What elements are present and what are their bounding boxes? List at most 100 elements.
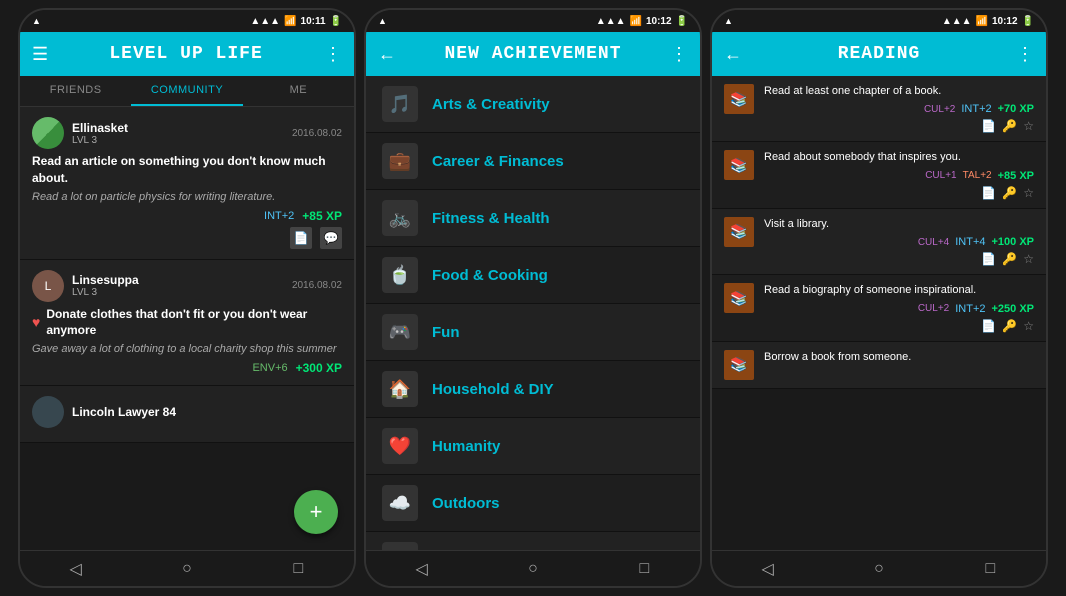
- reading-xp-4: +250 XP: [991, 303, 1034, 315]
- star-action-2[interactable]: ☆: [1023, 186, 1034, 200]
- category-career[interactable]: 💼 Career & Finances: [366, 133, 700, 190]
- nav-back-1[interactable]: ◁: [56, 557, 96, 581]
- more-icon-2[interactable]: ⋮: [670, 44, 688, 65]
- star-action-3[interactable]: ☆: [1023, 252, 1034, 266]
- feed-user-row-3: Lincoln Lawyer 84: [32, 396, 342, 428]
- stat-int-r4: INT+2: [955, 303, 985, 315]
- reading-stats-4: CUL+2 INT+2 +250 XP: [764, 303, 1034, 315]
- reading-item-5[interactable]: 📚 Borrow a book from someone.: [712, 342, 1046, 389]
- nav-recent-1[interactable]: □: [278, 557, 318, 581]
- nav-home-3[interactable]: ○: [859, 557, 899, 581]
- status-time-2: 10:12: [646, 16, 672, 27]
- reading-info-1: Read at least one chapter of a book. CUL…: [764, 84, 1034, 133]
- comment-action-1[interactable]: 💬: [320, 227, 342, 249]
- phone-1: ▲ ▲▲▲ 📶 10:11 🔋 ☰ LEVEL UP LIFE ⋮ FRIEND…: [18, 8, 356, 588]
- reading-icon-1: 📚: [724, 84, 754, 114]
- nav-home-1[interactable]: ○: [167, 557, 207, 581]
- category-arts[interactable]: 🎵 Arts & Creativity: [366, 76, 700, 133]
- header-2: ← NEW ACHIEVEMENT ⋮: [366, 32, 700, 76]
- nav-recent-2[interactable]: □: [624, 557, 664, 581]
- username-1: Ellinasket: [72, 121, 292, 135]
- category-humanity[interactable]: ❤️ Humanity: [366, 418, 700, 475]
- reading-actions-2: 📄 🔑 ☆: [764, 186, 1034, 200]
- key-action-3[interactable]: 🔑: [1002, 252, 1017, 266]
- category-fitness[interactable]: 🚲 Fitness & Health: [366, 190, 700, 247]
- user-level-2: LVL 3: [72, 287, 292, 298]
- key-action-1[interactable]: 🔑: [1002, 119, 1017, 133]
- more-icon-3[interactable]: ⋮: [1016, 44, 1034, 65]
- cat-label-arts: Arts & Creativity: [432, 96, 550, 113]
- avatar-1: [32, 117, 64, 149]
- feed-item-2: L Linsesuppa LVL 3 2016.08.02 ♥ Donate c…: [20, 260, 354, 387]
- key-action-4[interactable]: 🔑: [1002, 319, 1017, 333]
- feed-actions-1: 📄 💬: [32, 227, 342, 249]
- nav-back-3[interactable]: ◁: [748, 557, 788, 581]
- cat-label-fun: Fun: [432, 324, 460, 341]
- cat-icon-fitness: 🚲: [382, 200, 418, 236]
- more-icon-1[interactable]: ⋮: [324, 44, 342, 65]
- feed-note-2: Gave away a lot of clothing to a local c…: [32, 343, 342, 355]
- stat-int-r1: INT+2: [961, 103, 991, 115]
- reading-xp-3: +100 XP: [991, 236, 1034, 248]
- scroll-action-4[interactable]: 📄: [981, 319, 996, 333]
- stat-cul-2: CUL+1: [925, 170, 956, 181]
- wifi-icon-3: 📶: [976, 16, 988, 27]
- stat-int-r3: INT+4: [955, 236, 985, 248]
- nav-recent-3[interactable]: □: [970, 557, 1010, 581]
- reading-actions-3: 📄 🔑 ☆: [764, 252, 1034, 266]
- cat-icon-arts: 🎵: [382, 86, 418, 122]
- tab-me[interactable]: ME: [243, 76, 354, 106]
- status-time-1: 10:11: [301, 16, 326, 27]
- bottom-nav-1: ◁ ○ □: [20, 550, 354, 586]
- reading-item-4[interactable]: 📚 Read a biography of someone inspiratio…: [712, 275, 1046, 341]
- tab-friends[interactable]: FRIENDS: [20, 76, 131, 106]
- category-outdoors[interactable]: ☁️ Outdoors: [366, 475, 700, 532]
- user-level-1: LVL 3: [72, 135, 292, 146]
- status-right-3: ▲▲▲ 📶 10:12 🔋: [942, 16, 1034, 27]
- feed-title-2: Donate clothes that don't fit or you don…: [46, 306, 342, 340]
- reading-item-2[interactable]: 📚 Read about somebody that inspires you.…: [712, 142, 1046, 208]
- star-action-4[interactable]: ☆: [1023, 319, 1034, 333]
- star-action-1[interactable]: ☆: [1023, 119, 1034, 133]
- category-household[interactable]: 🏠 Household & DIY: [366, 361, 700, 418]
- back-icon-2[interactable]: ←: [378, 44, 396, 65]
- user-info-3: Lincoln Lawyer 84: [72, 405, 342, 419]
- sim-icon-2: ▲: [378, 16, 387, 26]
- scroll-action-2[interactable]: 📄: [981, 186, 996, 200]
- reading-stats-3: CUL+4 INT+4 +100 XP: [764, 236, 1034, 248]
- stat-xp-2: +300 XP: [296, 361, 342, 375]
- nav-back-2[interactable]: ◁: [402, 557, 442, 581]
- cat-icon-fun: 🎮: [382, 314, 418, 350]
- scroll-action-1[interactable]: 📄: [981, 119, 996, 133]
- fab-button-1[interactable]: +: [294, 490, 338, 534]
- category-food[interactable]: 🍵 Food & Cooking: [366, 247, 700, 304]
- heart-row: ♥ Donate clothes that don't fit or you d…: [32, 306, 342, 340]
- signal-icon-2: ▲▲▲: [596, 16, 626, 27]
- nav-home-2[interactable]: ○: [513, 557, 553, 581]
- menu-icon-1[interactable]: ☰: [32, 44, 48, 65]
- reading-xp-2: +85 XP: [998, 170, 1034, 182]
- stat-cul-4: CUL+2: [918, 303, 949, 314]
- cat-label-household: Household & DIY: [432, 381, 554, 398]
- feed-item-3: Lincoln Lawyer 84: [20, 386, 354, 443]
- signal-icon-3: ▲▲▲: [942, 16, 972, 27]
- header-title-3: READING: [838, 44, 921, 64]
- user-info-2: Linsesuppa LVL 3: [72, 273, 292, 298]
- scroll-action-3[interactable]: 📄: [981, 252, 996, 266]
- reading-icon-3: 📚: [724, 217, 754, 247]
- reading-item-1[interactable]: 📚 Read at least one chapter of a book. C…: [712, 76, 1046, 142]
- feed-user-row-2: L Linsesuppa LVL 3 2016.08.02: [32, 270, 342, 302]
- heart-icon-2: ♥: [32, 314, 40, 330]
- reading-item-3[interactable]: 📚 Visit a library. CUL+4 INT+4 +100 XP 📄…: [712, 209, 1046, 275]
- bookmark-action-1[interactable]: 📄: [290, 227, 312, 249]
- category-fun[interactable]: 🎮 Fun: [366, 304, 700, 361]
- tab-community[interactable]: COMMUNITY: [131, 76, 242, 106]
- category-reading[interactable]: 📖 Reading: [366, 532, 700, 550]
- back-icon-3[interactable]: ←: [724, 44, 742, 65]
- feed-title-1: Read an article on something you don't k…: [32, 153, 342, 187]
- signal-icon-1: ▲▲▲: [250, 16, 280, 27]
- avatar-2: L: [32, 270, 64, 302]
- key-action-2[interactable]: 🔑: [1002, 186, 1017, 200]
- cat-icon-outdoors: ☁️: [382, 485, 418, 521]
- cat-label-outdoors: Outdoors: [432, 495, 500, 512]
